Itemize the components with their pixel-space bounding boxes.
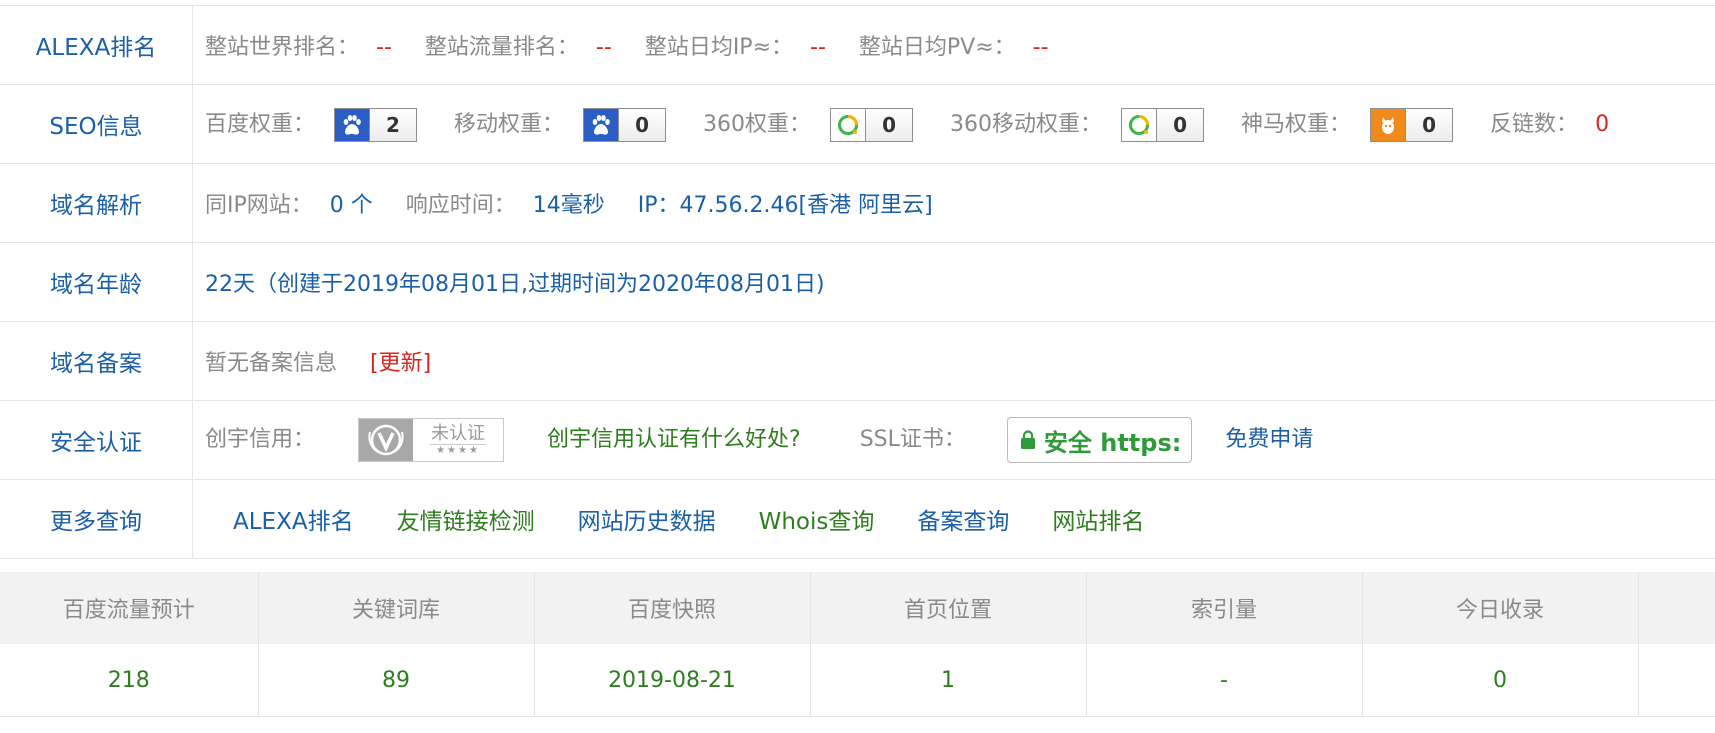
alexa-row: ALEXA排名 整站世界排名： -- 整站流量排名： -- 整站日均IP≈： -… <box>0 5 1715 85</box>
same-ip-label: 同IP网站： <box>205 193 313 218</box>
icp-content: 暂无备案信息 [更新] <box>192 321 1715 401</box>
stats-header-row: 百度流量预计 关键词库 百度快照 首页位置 索引量 今日收录 <box>0 572 1715 644</box>
icp-row: 域名备案 暂无备案信息 [更新] <box>0 321 1715 401</box>
stats-header-homepage-position: 首页位置 <box>810 572 1087 644</box>
mobile-weight-label: 移动权重： <box>454 112 565 137</box>
stats-traffic-value[interactable]: 218 <box>0 644 259 717</box>
dns-content: 同IP网站： 0 个 响应时间： 14毫秒 IP：47.56.2.46[香港 阿… <box>192 163 1715 243</box>
dns-label: 域名解析 <box>0 163 193 243</box>
site-history-link[interactable]: 网站历史数据 <box>578 509 716 535</box>
ssl-badge-text: 安全 https: <box>1043 428 1182 457</box>
shenma-weight-label: 神马权重： <box>1241 112 1352 137</box>
alexa-rank-link[interactable]: ALEXA排名 <box>233 509 354 535</box>
more-label: 更多查询 <box>0 479 193 559</box>
more-row: 更多查询 ALEXA排名 友情链接检测 网站历史数据 Whois查询 备案查询 … <box>0 479 1715 559</box>
shenma-weight-value: 0 <box>1405 109 1453 141</box>
stats-value-row: 218 89 2019-08-21 1 - 0 <box>0 644 1715 717</box>
360-weight-value: 0 <box>865 109 913 141</box>
flow-rank-label: 整站流量排名： <box>424 35 579 60</box>
site-rank-link[interactable]: 网站排名 <box>1052 509 1144 535</box>
site-info-table: ALEXA排名 整站世界排名： -- 整站流量排名： -- 整站日均IP≈： -… <box>0 5 1715 559</box>
chuangyu-badge-stars: ★★★★ <box>430 443 486 457</box>
ssl-free-apply-link[interactable]: 免费申请 <box>1225 427 1313 452</box>
mobile-weight-badge[interactable]: 0 <box>583 108 667 142</box>
flow-rank-value: -- <box>595 35 612 60</box>
mobile-weight-value: 0 <box>618 109 666 141</box>
seo-content: 百度权重： 2 移动权重： 0 360权重： 0 360移动权重： 0 神马权重… <box>192 84 1715 164</box>
backlinks-label: 反链数： <box>1490 112 1579 137</box>
baidu-weight-value: 2 <box>369 109 417 141</box>
icp-update-link[interactable]: [更新] <box>370 351 431 376</box>
friend-link-check-link[interactable]: 友情链接检测 <box>397 509 535 535</box>
shenma-horse-icon <box>1371 109 1406 141</box>
stats-header-empty <box>1638 572 1715 644</box>
world-rank-value: -- <box>376 35 392 60</box>
baidu-paw-icon <box>335 109 370 141</box>
icp-value: 暂无备案信息 <box>205 351 338 376</box>
chuangyu-credit-label: 创宇信用： <box>205 427 316 452</box>
dns-row: 域名解析 同IP网站： 0 个 响应时间： 14毫秒 IP：47.56.2.46… <box>0 163 1715 243</box>
360-ring-icon <box>1122 109 1157 141</box>
security-row: 安全认证 创宇信用： 未认证 ★★★★ 创宇信用认证有什么好处? SSL证书： … <box>0 400 1715 480</box>
daily-ip-label: 整站日均IP≈： <box>644 35 794 60</box>
360-mobile-weight-label: 360移动权重： <box>950 112 1103 137</box>
chuangyu-credit-link[interactable]: 创宇信用认证有什么好处? <box>547 427 801 452</box>
whois-link[interactable]: Whois查询 <box>759 509 875 535</box>
alexa-content: 整站世界排名： -- 整站流量排名： -- 整站日均IP≈： -- 整站日均PV… <box>192 5 1715 85</box>
chuangyu-credit-badge[interactable]: 未认证 ★★★★ <box>358 418 505 462</box>
stats-header-today-indexed: 今日收录 <box>1362 572 1639 644</box>
more-links: ALEXA排名 友情链接检测 网站历史数据 Whois查询 备案查询 网站排名 <box>192 479 1715 559</box>
shenma-weight-badge[interactable]: 0 <box>1370 108 1454 142</box>
360-weight-badge[interactable]: 0 <box>830 108 914 142</box>
daily-pv-value: -- <box>1032 35 1049 60</box>
daily-ip-value: -- <box>810 35 826 60</box>
baidu-stats-table: 百度流量预计 关键词库 百度快照 首页位置 索引量 今日收录 218 89 20… <box>0 572 1715 717</box>
world-rank-label: 整站世界排名： <box>205 35 360 60</box>
verified-v-icon <box>359 419 414 461</box>
stats-today-indexed-value[interactable]: 0 <box>1362 644 1639 717</box>
domain-age-content: 22天（创建于2019年08月01日,过期时间为2020年08月01日) <box>192 242 1715 322</box>
360-weight-label: 360权重： <box>703 112 812 137</box>
security-label: 安全认证 <box>0 400 193 480</box>
stats-keywords-value[interactable]: 89 <box>258 644 535 717</box>
same-ip-value[interactable]: 0 个 <box>330 193 373 218</box>
icp-query-link[interactable]: 备案查询 <box>917 509 1009 535</box>
domain-age-label: 域名年龄 <box>0 242 193 322</box>
icp-label: 域名备案 <box>0 321 193 401</box>
ip-address[interactable]: IP：47.56.2.46[香港 阿里云] <box>638 193 933 218</box>
seo-row: SEO信息 百度权重： 2 移动权重： 0 360权重： 0 360移动权重： … <box>0 84 1715 164</box>
360-ring-icon <box>831 109 866 141</box>
domain-age-row: 域名年龄 22天（创建于2019年08月01日,过期时间为2020年08月01日… <box>0 242 1715 322</box>
alexa-label: ALEXA排名 <box>0 5 193 85</box>
stats-header-snapshot: 百度快照 <box>534 572 811 644</box>
stats-header-traffic: 百度流量预计 <box>0 572 259 644</box>
security-content: 创宇信用： 未认证 ★★★★ 创宇信用认证有什么好处? SSL证书： 安全 ht… <box>192 400 1715 480</box>
response-time-label: 响应时间： <box>405 193 516 218</box>
daily-pv-label: 整站日均PV≈： <box>858 35 1016 60</box>
baidu-weight-badge[interactable]: 2 <box>334 108 418 142</box>
360-mobile-weight-badge[interactable]: 0 <box>1121 108 1205 142</box>
chuangyu-badge-text: 未认证 <box>431 422 486 444</box>
stats-header-index: 索引量 <box>1086 572 1363 644</box>
stats-header-keywords: 关键词库 <box>258 572 535 644</box>
seo-label: SEO信息 <box>0 84 193 164</box>
stats-index-value[interactable]: - <box>1086 644 1363 717</box>
baidu-weight-label: 百度权重： <box>205 112 316 137</box>
domain-age-value: 22天（创建于2019年08月01日,过期时间为2020年08月01日) <box>205 272 825 297</box>
ssl-badge[interactable]: 安全 https: <box>1006 417 1193 463</box>
ssl-label: SSL证书： <box>859 427 966 452</box>
baidu-paw-icon <box>584 109 619 141</box>
360-mobile-weight-value: 0 <box>1156 109 1204 141</box>
backlinks-value[interactable]: 0 <box>1595 112 1609 137</box>
stats-empty-cell <box>1638 644 1715 717</box>
lock-icon <box>1020 430 1035 449</box>
response-time-value: 14毫秒 <box>532 193 605 218</box>
stats-snapshot-value[interactable]: 2019-08-21 <box>534 644 811 717</box>
stats-homepage-position-value[interactable]: 1 <box>810 644 1087 717</box>
